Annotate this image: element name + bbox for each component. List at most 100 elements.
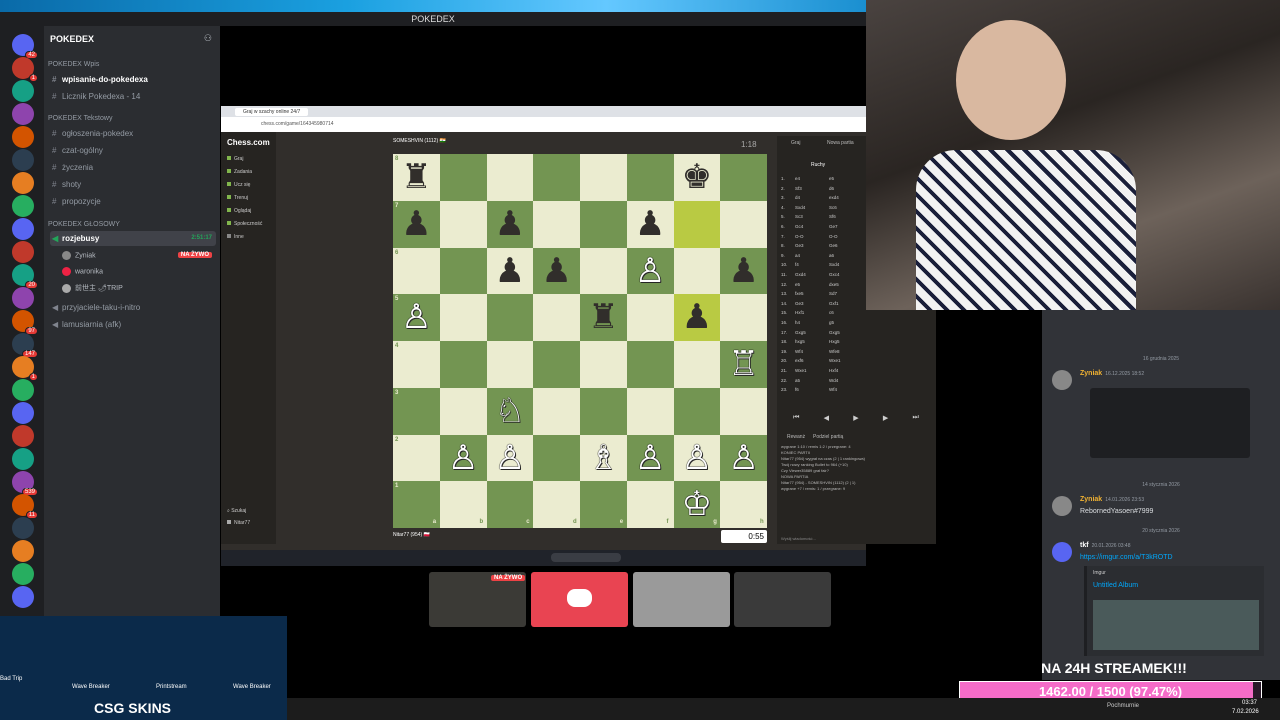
square-g3[interactable] bbox=[673, 387, 721, 435]
square-e8[interactable] bbox=[580, 154, 627, 201]
address-bar[interactable]: chess.com/game/164345980714 bbox=[221, 117, 866, 132]
white-move[interactable]: a4 bbox=[795, 253, 829, 258]
white-move[interactable]: Wf4 bbox=[795, 349, 829, 354]
channel-shoty[interactable]: # shoty bbox=[50, 177, 216, 192]
square-c4[interactable] bbox=[486, 341, 534, 388]
category-wpis[interactable]: POKEDEX Wpis bbox=[48, 61, 99, 68]
square-d7[interactable] bbox=[533, 200, 580, 248]
server-icon[interactable]: 1 bbox=[12, 356, 38, 381]
chess-piece-f6[interactable]: ♙ bbox=[627, 248, 674, 295]
next-move-button[interactable]: ▶ bbox=[883, 414, 888, 428]
last-move-button[interactable]: ⏭ bbox=[913, 414, 919, 428]
nav-spolecznosc[interactable]: Społeczność bbox=[227, 221, 262, 227]
move-row[interactable]: 23. f6 Wf4 bbox=[781, 387, 931, 396]
user-thumbnail[interactable] bbox=[734, 572, 831, 627]
chess-piece-f2[interactable]: ♙ bbox=[627, 435, 674, 482]
square-g6[interactable] bbox=[673, 247, 721, 295]
square-h5[interactable] bbox=[720, 294, 767, 341]
square-b5[interactable] bbox=[439, 294, 487, 341]
white-move[interactable]: f6 bbox=[795, 387, 829, 392]
black-move[interactable]: Wf4 bbox=[829, 387, 837, 392]
server-name[interactable]: POKEDEX bbox=[50, 34, 94, 44]
server-icon[interactable] bbox=[12, 218, 34, 240]
channel-czat[interactable]: # czat-ogólny bbox=[50, 143, 216, 158]
square-h8[interactable] bbox=[720, 154, 767, 201]
server-icon[interactable] bbox=[12, 126, 34, 148]
server-icon[interactable] bbox=[12, 103, 34, 125]
server-icon[interactable] bbox=[12, 563, 34, 585]
play-button[interactable]: ▶ bbox=[853, 414, 858, 428]
server-icon[interactable] bbox=[12, 80, 34, 102]
white-move[interactable]: exf6 bbox=[795, 358, 829, 363]
square-b8[interactable] bbox=[439, 154, 487, 201]
square-c5[interactable] bbox=[486, 294, 534, 341]
move-row[interactable]: 15. Hxf1 c6 bbox=[781, 310, 931, 319]
square-c8[interactable] bbox=[486, 154, 534, 201]
embed-title[interactable]: Untitled Album bbox=[1093, 582, 1138, 589]
voice-channel-rozjebusy[interactable]: ◀ rozjebusy 2:51:17 bbox=[50, 231, 216, 246]
moves-tab[interactable]: Ruchy bbox=[811, 162, 825, 168]
panel-tab-nowa[interactable]: Nowa partia bbox=[827, 140, 854, 146]
square-f4[interactable] bbox=[626, 341, 674, 388]
user-thumbnail[interactable] bbox=[633, 572, 730, 627]
chess-piece-b2[interactable]: ♙ bbox=[440, 435, 487, 482]
square-e4[interactable] bbox=[580, 341, 627, 388]
black-move[interactable]: Sxd4 bbox=[829, 262, 839, 267]
category-glosowy[interactable]: POKEDEX GŁOSOWY bbox=[48, 221, 120, 228]
chess-piece-a8[interactable]: ♜ bbox=[393, 154, 440, 201]
channel-ogloszenia[interactable]: # ogłoszenia-pokedex bbox=[50, 126, 216, 141]
move-row[interactable]: 21. Wxe1 Hxf4 bbox=[781, 368, 931, 377]
message-author[interactable]: tkf bbox=[1080, 542, 1089, 549]
white-move[interactable]: O-O bbox=[795, 234, 829, 239]
square-g7[interactable] bbox=[673, 200, 721, 248]
square-h3[interactable] bbox=[720, 387, 767, 435]
chess-piece-g2[interactable]: ♙ bbox=[674, 435, 721, 482]
black-move[interactable]: Gxf1 bbox=[829, 301, 839, 306]
server-icon[interactable]: 11 bbox=[12, 494, 38, 519]
server-icon[interactable] bbox=[12, 195, 34, 217]
white-move[interactable]: h4 bbox=[795, 320, 829, 325]
white-move[interactable]: Ge3 bbox=[795, 301, 829, 306]
share-game-button[interactable]: Podziel partią bbox=[813, 434, 843, 440]
voice-user[interactable]: 前世主 🌶TRIP bbox=[62, 283, 123, 293]
square-a6[interactable] bbox=[393, 247, 440, 295]
square-h7[interactable] bbox=[720, 200, 767, 248]
message-image[interactable] bbox=[1090, 388, 1250, 458]
chess-piece-c3[interactable]: ♘ bbox=[487, 388, 534, 435]
white-move[interactable]: fxe5 bbox=[795, 291, 829, 296]
black-move[interactable]: Hxg5 bbox=[829, 339, 840, 344]
nav-trenuj[interactable]: Trenuj bbox=[227, 195, 248, 201]
nav-ogladaj[interactable]: Oglądaj bbox=[227, 208, 251, 214]
square-b4[interactable] bbox=[439, 341, 487, 388]
black-move[interactable]: e5 bbox=[829, 176, 834, 181]
square-d4[interactable] bbox=[533, 341, 580, 388]
black-move[interactable]: Hxf4 bbox=[829, 368, 838, 373]
black-move[interactable]: exd4 bbox=[829, 195, 839, 200]
server-icon[interactable] bbox=[12, 241, 34, 263]
black-move[interactable]: Wfe8 bbox=[829, 349, 840, 354]
voice-user[interactable]: waronika bbox=[62, 267, 103, 276]
prev-move-button[interactable]: ◀ bbox=[824, 414, 829, 428]
server-icon[interactable] bbox=[12, 172, 34, 194]
nav-inne[interactable]: Inne bbox=[227, 234, 244, 240]
inner-search-box[interactable] bbox=[551, 553, 621, 562]
message-link[interactable]: https://imgur.com/a/T3kROTD bbox=[1080, 554, 1173, 561]
nav-user[interactable]: Nitar77 bbox=[227, 520, 250, 526]
move-row[interactable]: 18. hxg5 Hxg5 bbox=[781, 339, 931, 348]
square-d5[interactable] bbox=[533, 294, 580, 341]
square-d2[interactable] bbox=[533, 434, 580, 482]
square-f8[interactable] bbox=[626, 154, 674, 201]
black-move[interactable]: Sd7 bbox=[829, 291, 837, 296]
chess-piece-c7[interactable]: ♟ bbox=[487, 201, 534, 248]
white-move[interactable]: d4 bbox=[795, 195, 829, 200]
black-move[interactable]: O-O bbox=[829, 234, 838, 239]
square-d3[interactable] bbox=[533, 387, 580, 435]
black-move[interactable]: Gxg5 bbox=[829, 330, 840, 335]
square-e3[interactable] bbox=[580, 387, 627, 435]
square-d8[interactable] bbox=[533, 154, 580, 201]
message-author[interactable]: Zyniak bbox=[1080, 496, 1102, 503]
server-icon[interactable]: 42 bbox=[12, 34, 38, 59]
white-move[interactable]: Gxd4 bbox=[795, 272, 829, 277]
white-move[interactable]: e5 bbox=[795, 282, 829, 287]
square-b3[interactable] bbox=[439, 387, 487, 435]
